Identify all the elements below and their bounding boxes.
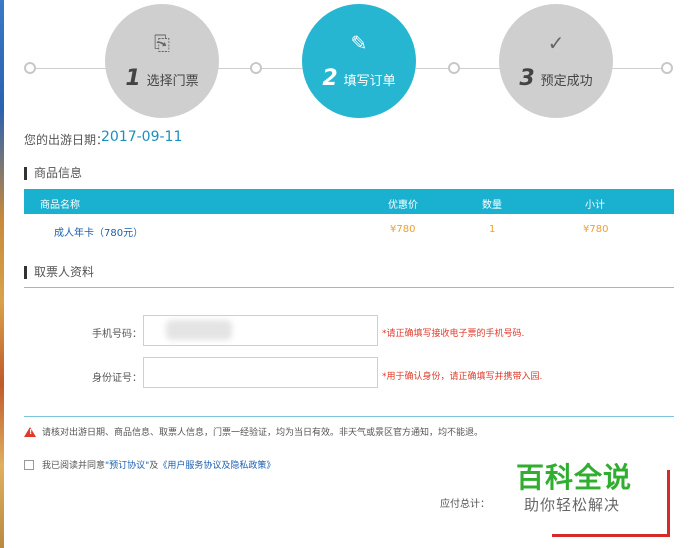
agreement: 我已阅读并同意 "预订协议" 及 《用户服务协议及隐私政策》 (24, 458, 275, 471)
section-divider (24, 287, 674, 288)
warning-icon: ! (24, 426, 36, 437)
watermark-subtitle: 助你轻松解决 (524, 496, 621, 514)
id-card-input[interactable] (143, 357, 378, 388)
check-icon: ✓ (547, 30, 565, 55)
step-select-ticket: ⎘ 1 选择门票 (105, 4, 219, 118)
id-card-label: 身份证号： (92, 373, 142, 384)
step-number: 1 (125, 65, 141, 91)
phone-hint: *请正确填写接收电子票的手机号码. (382, 329, 525, 339)
travel-date-label: 您的出游日期： (24, 133, 109, 147)
table-header: 商品名称 优惠价 数量 小计 (24, 189, 674, 214)
product-price: ¥780 (390, 224, 416, 235)
total-label: 应付总计： (440, 499, 490, 510)
edit-icon: ✎ (350, 30, 368, 55)
column-header-subtotal: 小计 (585, 200, 605, 211)
table-row: 成人年卡（780元） ¥780 1 ¥780 (24, 224, 674, 240)
watermark-title: 百科全说 (516, 461, 633, 494)
ticket-icon: ⎘ (154, 30, 170, 55)
product-name: 成人年卡（780元） (54, 228, 144, 239)
agreement-mid: 及 (149, 461, 159, 471)
section-divider (24, 416, 674, 417)
progress-dot (24, 62, 36, 74)
product-section-title: 商品信息 (24, 167, 82, 180)
column-header-quantity: 数量 (482, 200, 502, 211)
step-number: 3 (519, 65, 535, 91)
agreement-checkbox[interactable] (24, 459, 34, 470)
step-label: 预定成功 (540, 73, 593, 89)
agreement-prefix: 我已阅读并同意 (42, 461, 106, 471)
travel-date-value: 2017-09-11 (101, 129, 183, 145)
progress-dot (661, 62, 673, 74)
background-strip (0, 0, 4, 548)
id-card-hint: *用于确认身份，请正确填写并携带入园. (382, 372, 543, 382)
step-booking-success: ✓ 3 预定成功 (499, 4, 613, 118)
notice: ! 请核对出游日期、商品信息、取票人信息，门票一经验证，均为当日有效。非天气或景… (24, 425, 483, 438)
column-header-product: 商品名称 (40, 200, 80, 211)
progress-dot (250, 62, 262, 74)
phone-label: 手机号码： (92, 329, 142, 340)
product-subtotal: ¥780 (583, 224, 609, 235)
step-label: 填写订单 (343, 73, 396, 89)
progress-dot (448, 62, 460, 74)
ticket-holder-section-title: 取票人资料 (24, 266, 94, 279)
column-header-price: 优惠价 (388, 200, 418, 211)
step-fill-order: ✎ 2 填写订单 (302, 4, 416, 118)
booking-agreement-link[interactable]: "预订协议" (105, 458, 149, 471)
notice-text: 请核对出游日期、商品信息、取票人信息，门票一经验证，均为当日有效。非天气或景区官… (42, 428, 484, 438)
blurred-phone-number (166, 320, 232, 340)
step-number: 2 (322, 65, 338, 91)
product-quantity: 1 (489, 224, 496, 235)
privacy-policy-link[interactable]: 《用户服务协议及隐私政策》 (158, 458, 275, 471)
step-label: 选择门票 (146, 73, 199, 89)
